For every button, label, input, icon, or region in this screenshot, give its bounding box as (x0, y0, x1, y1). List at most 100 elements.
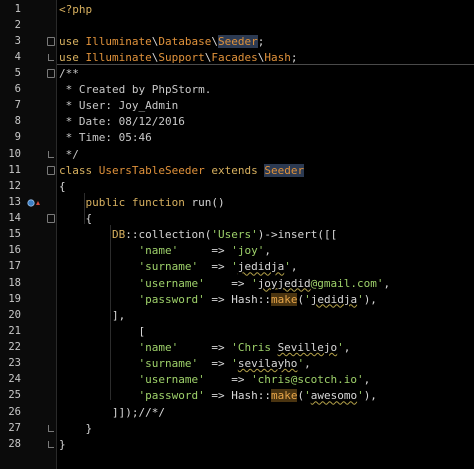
line-number: 17 (8, 260, 21, 273)
code-line[interactable]: 23 'surname' => 'sevilayho', (0, 356, 474, 371)
code-token: , (343, 341, 351, 355)
fold-end-icon[interactable] (48, 440, 54, 448)
code-token: ; (290, 50, 298, 64)
code-line[interactable]: 19 'password' => Hash::make('jedidja'), (0, 292, 474, 307)
line-number: 18 (8, 276, 21, 289)
code-token: ' (231, 260, 238, 274)
code-token: UsersTableSeeder (98, 163, 212, 177)
code-line[interactable]: 15 DB::collection('Users')->insert([[ (0, 227, 474, 242)
code-token: use (59, 34, 86, 48)
code-line[interactable]: 25 'password' => Hash::make('awesomo'), (0, 388, 474, 403)
code-line[interactable]: 12 { (0, 179, 474, 194)
line-number: 2 (14, 18, 21, 31)
code-text[interactable]: /** (59, 66, 79, 81)
code-token: insert (277, 228, 318, 242)
code-text[interactable]: class UsersTableSeeder extends Seeder (59, 163, 305, 178)
code-line[interactable]: 18 'username' => 'joyjedid@gmail.com', (0, 276, 474, 291)
code-text[interactable]: 'surname' => 'sevilayho', (59, 356, 310, 371)
code-text[interactable]: 'password' => Hash::make('awesomo'), (59, 388, 377, 403)
code-text[interactable]: 'name' => 'Chris Sevillejo', (59, 340, 350, 355)
line-number: 16 (8, 244, 21, 257)
code-line[interactable]: 3 use Illuminate\Database\Seeder; (0, 34, 474, 49)
code-line[interactable]: 26 ]]);//*/ (0, 405, 474, 420)
code-line[interactable]: 4 use Illuminate\Support\Facades\Hash; (0, 50, 474, 65)
code-text[interactable]: 'password' => Hash::make('jedidja'), (59, 292, 377, 307)
code-line[interactable]: 5 /** (0, 66, 474, 81)
code-text[interactable]: <?php (59, 2, 92, 17)
code-text[interactable]: { (59, 179, 66, 194)
code-token: , (290, 260, 298, 274)
line-number: 27 (8, 421, 21, 434)
fold-marker-icon[interactable] (47, 36, 55, 46)
code-text[interactable]: ]]);//*/ (59, 405, 165, 420)
code-line[interactable]: 13 public function run() (0, 195, 474, 210)
line-number: 8 (14, 115, 21, 128)
code-token: => (178, 341, 232, 355)
code-line[interactable]: 2 (0, 18, 474, 33)
code-text[interactable]: { (59, 211, 92, 226)
code-token: ' (337, 341, 344, 355)
code-text[interactable]: 'username' => 'joyjedid@gmail.com', (59, 276, 390, 291)
code-token: () (211, 195, 225, 209)
code-token: * Time: 05:46 (59, 131, 152, 145)
code-line[interactable]: 20 ], (0, 308, 474, 323)
code-line[interactable]: 16 'name' => 'joy', (0, 243, 474, 258)
code-text[interactable]: 'surname' => 'jedidja', (59, 259, 297, 274)
code-token: ([[ (317, 228, 338, 242)
code-line[interactable]: 28} (0, 437, 474, 452)
code-line[interactable]: 6 * Created by PhpStorm. (0, 82, 474, 97)
line-number: 5 (14, 66, 21, 79)
code-text[interactable]: * User: Joy_Admin (59, 98, 179, 113)
fold-marker-icon[interactable] (47, 214, 55, 224)
code-token: jedidja (237, 260, 285, 274)
code-text[interactable]: * Created by PhpStorm. (59, 82, 212, 97)
fold-marker-icon[interactable] (47, 68, 55, 78)
code-token: ; (257, 34, 265, 48)
code-token: 'joy' (231, 244, 265, 258)
code-line[interactable]: 8 * Date: 08/12/2016 (0, 114, 474, 129)
code-text[interactable]: public function run() (59, 195, 225, 210)
code-editor[interactable]: 1 <?php 2 3 use Illuminate\Database\Seeder; 4… (0, 0, 474, 469)
code-line[interactable]: 11 class UsersTableSeeder extends Seeder (0, 163, 474, 178)
code-text[interactable]: DB::collection('Users')->insert([[ (59, 227, 337, 242)
line-number: 10 (8, 147, 21, 160)
code-text[interactable]: 'name' => 'joy', (59, 243, 270, 258)
override-method-icon[interactable] (27, 198, 41, 208)
code-token: Hash (264, 50, 291, 64)
code-token: )-> (257, 228, 278, 242)
fold-end-icon[interactable] (48, 150, 54, 158)
fold-end-icon[interactable] (48, 424, 54, 432)
line-number: 25 (8, 389, 21, 402)
code-line[interactable]: 7 * User: Joy_Admin (0, 98, 474, 113)
code-text[interactable]: */ (59, 147, 79, 162)
code-text[interactable]: use Illuminate\Database\Seeder; (59, 34, 264, 49)
code-line[interactable]: 21 [ (0, 324, 474, 339)
code-text[interactable]: use Illuminate\Support\Facades\Hash; (59, 50, 297, 65)
line-number: 26 (8, 405, 21, 418)
code-line[interactable]: 27 } (0, 421, 474, 436)
code-token: Illuminate (85, 34, 152, 48)
code-token: <?php (59, 2, 93, 16)
code-text[interactable]: } (59, 437, 66, 452)
code-text[interactable]: * Time: 05:46 (59, 130, 152, 145)
code-token: 'username' (59, 276, 205, 290)
code-text[interactable]: [ (59, 324, 145, 339)
code-text[interactable]: ], (59, 308, 125, 323)
fold-end-icon[interactable] (48, 53, 54, 61)
code-line[interactable]: 17 'surname' => 'jedidja', (0, 259, 474, 274)
code-text[interactable]: * Date: 08/12/2016 (59, 114, 185, 129)
code-line[interactable]: 24 'username' => 'chris@scotch.io', (0, 372, 474, 387)
code-line[interactable]: 10 */ (0, 147, 474, 162)
code-token: ' (251, 276, 258, 290)
code-line[interactable]: 14 { (0, 211, 474, 226)
code-line[interactable]: 1 <?php (0, 2, 474, 17)
code-token: } (59, 421, 93, 435)
code-text[interactable]: 'username' => 'chris@scotch.io', (59, 372, 370, 387)
code-line[interactable]: 22 'name' => 'Chris Sevillejo', (0, 340, 474, 355)
fold-marker-icon[interactable] (47, 165, 55, 175)
code-token: Hash:: (231, 389, 271, 403)
code-token: ' (231, 357, 238, 371)
code-line[interactable]: 9 * Time: 05:46 (0, 130, 474, 145)
line-number: 9 (14, 131, 21, 144)
code-text[interactable]: } (59, 421, 92, 436)
